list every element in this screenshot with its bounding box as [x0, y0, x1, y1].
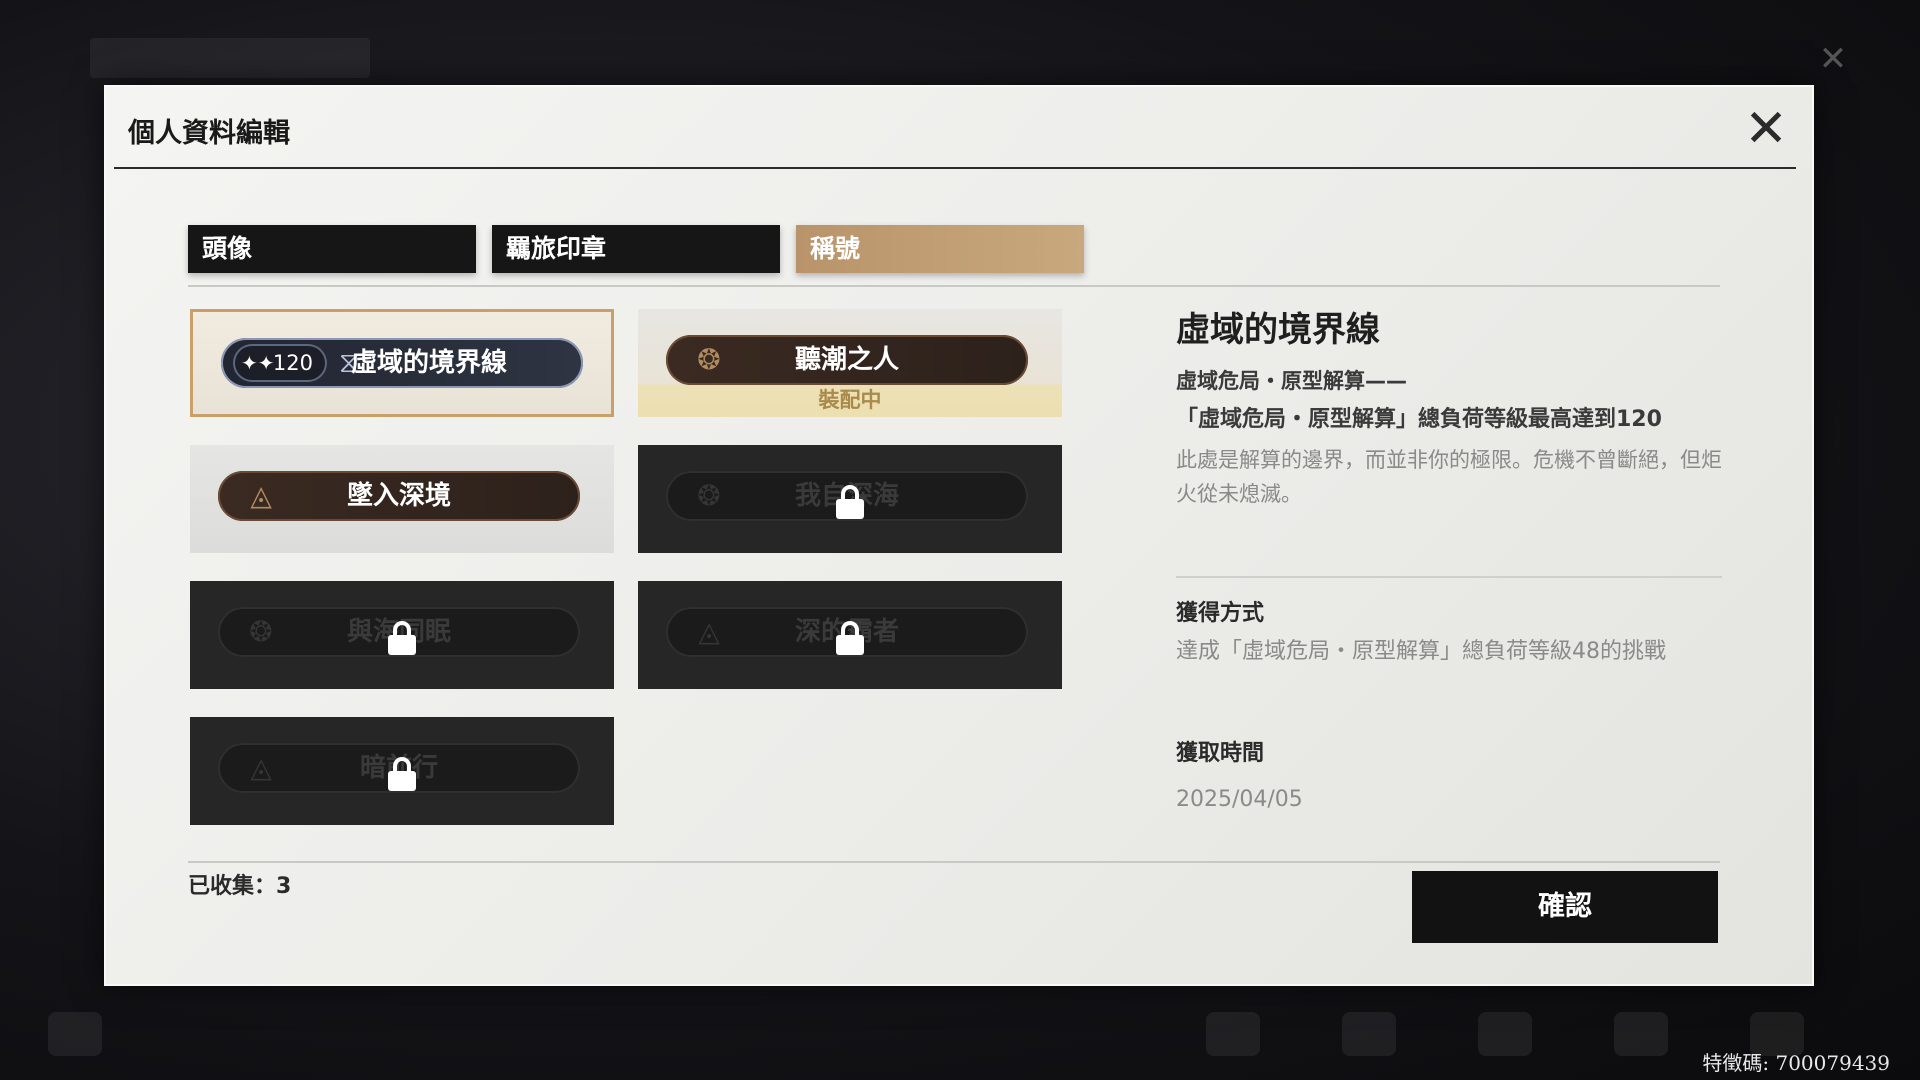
- title-name: 虛域的境界線: [351, 348, 508, 378]
- title-pill: ◬ 墜入深境: [218, 471, 580, 521]
- tab-title[interactable]: 稱號: [796, 225, 1084, 273]
- lock-icon: [836, 621, 864, 655]
- detail-condition: 「虛域危局・原型解算」總負荷等級最高達到120: [1176, 407, 1662, 432]
- background-mail-icon: [1206, 1012, 1260, 1056]
- title-card-equipped[interactable]: ❂ 聽潮之人 裝配中: [638, 309, 1062, 417]
- equipped-status: 裝配中: [818, 388, 882, 412]
- title-detail-panel: 虛域的境界線 虛域危局・原型解算—— 「虛域危局・原型解算」總負荷等級最高達到1…: [1176, 302, 1722, 511]
- sparkle-icon: ✦✦: [241, 351, 275, 375]
- title-card[interactable]: ◬ 墜入深境: [190, 445, 614, 553]
- background-phone-icon: [1478, 1012, 1532, 1056]
- title-name: 聽潮之人: [794, 345, 899, 375]
- detail-divider: [1176, 576, 1722, 578]
- obtain-label: 獲得方式: [1176, 601, 1265, 626]
- detail-description: 此處是解算的邊界，而並非你的極限。危機不曾斷絕，但炬火從未熄滅。: [1176, 448, 1722, 506]
- title-card-selected[interactable]: ✦✦ 120 ⧖ 虛域的境界線: [190, 309, 614, 417]
- lock-icon: [388, 757, 416, 791]
- background-camera-icon: [1614, 1012, 1668, 1056]
- background-back-bar: [90, 38, 370, 78]
- load-level-badge: ✦✦ 120: [233, 344, 327, 382]
- background-menu-bar: [0, 1000, 1920, 1070]
- lock-icon: [836, 485, 864, 519]
- dialog-title: 個人資料編輯: [128, 118, 290, 149]
- title-card-locked[interactable]: ❂ 我自深海: [638, 445, 1062, 553]
- time-label: 獲取時間: [1176, 741, 1265, 766]
- tab-stamp[interactable]: 羈旅印章: [492, 225, 780, 273]
- title-name: 墜入深境: [346, 481, 451, 511]
- player-uid: 特徵碼: 700079439: [1702, 1051, 1890, 1075]
- tab-avatar[interactable]: 頭像: [188, 225, 476, 273]
- footer-divider: [188, 861, 1720, 863]
- header-divider: [114, 167, 1796, 169]
- background-settings-icon: [48, 1012, 102, 1056]
- dialog-header: 個人資料編輯 ✕: [106, 87, 1812, 167]
- detail-subtitle: 虛域危局・原型解算——: [1176, 369, 1407, 393]
- title-card-locked[interactable]: ❂ 與海同眠: [190, 581, 614, 689]
- close-icon[interactable]: ✕: [1738, 101, 1794, 157]
- time-value: 2025/04/05: [1176, 787, 1303, 812]
- tabs-divider: [188, 285, 1720, 287]
- title-pill: ✦✦ 120 ⧖ 虛域的境界線: [221, 338, 583, 388]
- detail-title: 虛域的境界線: [1176, 310, 1380, 350]
- confirm-button[interactable]: 確認: [1412, 871, 1718, 943]
- background-friend-icon: [1342, 1012, 1396, 1056]
- badge-value: 120: [272, 351, 313, 375]
- title-pill: ❂ 聽潮之人: [666, 335, 1028, 385]
- title-card-locked[interactable]: ◬ 暗前行: [190, 717, 614, 825]
- profile-edit-dialog: 個人資料編輯 ✕ 頭像 羈旅印章 稱號 ✦✦ 120 ⧖ 虛域的境界線 ❂ 聽潮…: [104, 85, 1814, 986]
- title-card-locked[interactable]: ◬ 深的霸者: [638, 581, 1062, 689]
- lock-icon: [388, 621, 416, 655]
- obtain-value: 達成「虛域危局・原型解算」總負荷等級48的挑戰: [1176, 639, 1666, 664]
- collected-count: 已收集：3: [188, 874, 292, 899]
- background-close-icon: ✕: [1818, 39, 1848, 79]
